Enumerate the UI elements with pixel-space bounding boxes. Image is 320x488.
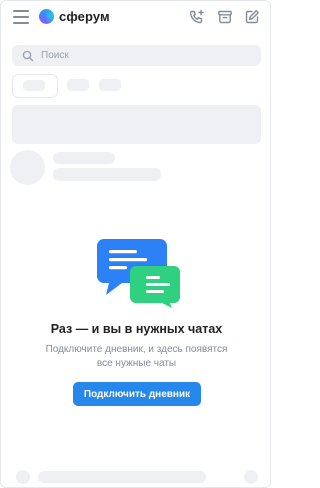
footer-bar-skeleton <box>38 471 206 483</box>
search-bar[interactable] <box>12 45 261 66</box>
chat-preview-skeleton <box>53 168 161 181</box>
app-name: сферум <box>59 9 110 24</box>
connect-diary-button[interactable]: Подключить дневник <box>73 382 201 406</box>
header: сферум <box>1 1 270 35</box>
search-icon <box>22 50 34 61</box>
search-input[interactable] <box>39 49 243 62</box>
archive-icon[interactable] <box>217 9 233 25</box>
bottom-bar-skeleton <box>1 465 270 487</box>
compose-icon[interactable] <box>244 9 260 25</box>
empty-state-title: Раз — и вы в нужных чатах <box>50 322 223 336</box>
footer-dot-skeleton <box>16 470 30 484</box>
menu-icon[interactable] <box>13 10 29 24</box>
app-logo: сферум <box>39 9 110 24</box>
tab-skeleton <box>99 79 121 91</box>
chat-title-skeleton <box>53 152 115 164</box>
chat-bubbles-icon <box>97 239 180 308</box>
footer-dot-skeleton <box>244 470 258 484</box>
app-window: сферум Поиск Раз — и вы в нужных чатах П… <box>0 0 271 488</box>
banner-skeleton <box>12 105 261 144</box>
tab-skeleton-chip <box>23 80 45 91</box>
tab-skeleton <box>67 79 89 91</box>
tab-skeleton-active <box>12 74 58 98</box>
folder-tabs-skeleton <box>12 74 261 98</box>
call-add-icon[interactable] <box>189 9 205 25</box>
empty-state-subtitle: Подключите дневник, и здесь появятся все… <box>45 344 228 369</box>
avatar-skeleton <box>10 150 45 185</box>
logo-mark <box>39 9 54 24</box>
